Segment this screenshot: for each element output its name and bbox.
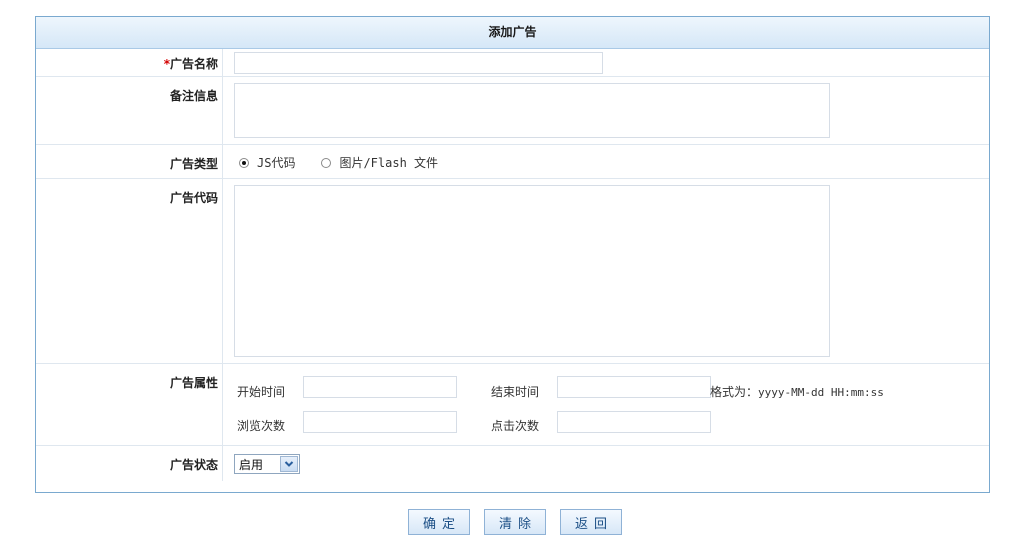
ad-type-radio-group: JS代码 图片/Flash 文件 <box>239 154 464 171</box>
form-actions: 确定 清除 返回 <box>0 509 1030 535</box>
clicks-input[interactable] <box>557 411 711 433</box>
views-input[interactable] <box>303 411 457 433</box>
row-ad-type: 广告类型 JS代码 图片/Flash 文件 <box>36 145 989 179</box>
remark-label: 备注信息 <box>169 89 218 103</box>
clicks-label: 点击次数 <box>491 419 540 433</box>
ad-status-select[interactable]: 启用 <box>234 454 300 474</box>
row-ad-name: *广告名称 <box>36 49 989 77</box>
ad-status-cell: 启用 <box>229 446 989 481</box>
ad-type-label: 广告类型 <box>169 157 218 171</box>
ad-status-label: 广告状态 <box>169 458 218 472</box>
time-format-hint: 格式为：yyyy-MM-dd HH:mm:ss <box>710 383 884 400</box>
radio-image-flash[interactable] <box>321 157 332 168</box>
row-ad-status: 广告状态 启用 <box>36 446 989 481</box>
ad-type-label-cell: 广告类型 <box>36 145 223 178</box>
clear-button[interactable]: 清除 <box>483 509 546 535</box>
ad-type-cell: JS代码 图片/Flash 文件 <box>229 145 989 178</box>
ad-name-label-cell: *广告名称 <box>36 49 223 76</box>
row-ad-code: 广告代码 <box>36 179 989 364</box>
ad-status-dropdown-button[interactable] <box>280 456 298 472</box>
ad-name-label: 广告名称 <box>169 57 218 71</box>
form-title: 添加广告 <box>36 17 989 49</box>
ad-code-label-cell: 广告代码 <box>36 179 223 363</box>
remark-textarea[interactable] <box>234 83 830 138</box>
ad-code-label: 广告代码 <box>169 191 218 205</box>
start-time-input[interactable] <box>303 376 457 398</box>
end-time-input[interactable] <box>557 376 711 398</box>
clear-button-label: 清除 <box>498 516 537 532</box>
confirm-button[interactable]: 确定 <box>407 509 470 535</box>
ad-attributes-label-cell: 广告属性 <box>36 364 223 445</box>
radio-js-code-label[interactable]: JS代码 <box>257 154 295 171</box>
radio-js-code[interactable] <box>239 157 249 168</box>
back-button-label: 返回 <box>575 516 614 532</box>
time-format-prefix: 格式为： <box>710 385 759 399</box>
views-label: 浏览次数 <box>237 419 286 433</box>
ad-attributes-cell: 开始时间 结束时间 格式为：yyyy-MM-dd HH:mm:ss 浏览次数 点… <box>229 364 989 445</box>
ad-code-textarea[interactable] <box>234 185 830 357</box>
ad-status-label-cell: 广告状态 <box>36 446 223 481</box>
remark-label-cell: 备注信息 <box>36 77 223 144</box>
back-button[interactable]: 返回 <box>560 509 623 535</box>
add-ad-form: 添加广告 *广告名称 备注信息 广告类型 JS代码 图片/Flash 文件 广告… <box>35 16 990 493</box>
ad-attributes-label: 广告属性 <box>169 376 218 390</box>
end-time-label: 结束时间 <box>491 385 540 399</box>
start-time-label: 开始时间 <box>237 385 286 399</box>
remark-cell <box>229 77 989 144</box>
confirm-button-label: 确定 <box>422 516 461 532</box>
radio-image-flash-label[interactable]: 图片/Flash 文件 <box>339 154 438 171</box>
ad-status-selected: 启用 <box>239 457 264 472</box>
row-ad-attributes: 广告属性 开始时间 结束时间 格式为：yyyy-MM-dd HH:mm:ss 浏… <box>36 364 989 446</box>
ad-name-cell <box>229 49 989 76</box>
ad-name-input[interactable] <box>234 52 603 74</box>
ad-code-cell <box>229 179 989 363</box>
time-format-value: yyyy-MM-dd HH:mm:ss <box>758 386 884 399</box>
row-remark: 备注信息 <box>36 77 989 145</box>
chevron-down-icon <box>284 461 294 467</box>
